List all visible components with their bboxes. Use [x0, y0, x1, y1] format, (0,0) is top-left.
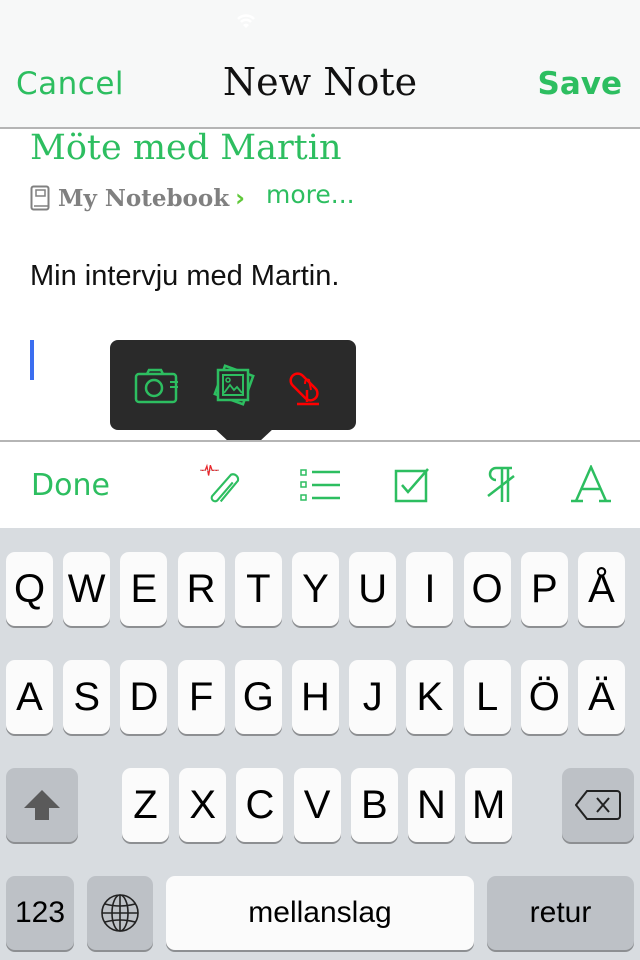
key-e[interactable]: E: [120, 552, 168, 626]
numbers-key[interactable]: 123: [6, 876, 74, 950]
formatting-toolbar: Done: [0, 440, 640, 528]
text-format-button[interactable]: [566, 460, 616, 510]
checkbox-icon: [394, 468, 429, 503]
space-key[interactable]: mellanslag: [166, 876, 474, 950]
delete-backward-icon: [575, 790, 621, 820]
camera-icon: [134, 368, 178, 404]
text-caret: [30, 340, 34, 380]
paragraph-format-icon: [487, 466, 515, 502]
key-u[interactable]: U: [349, 552, 397, 626]
key-y[interactable]: Y: [292, 552, 339, 626]
key-c[interactable]: C: [236, 768, 284, 842]
keyboard: QWERTYUIOPÅ ASDFGHJKLÖÄ ZXCVBNM 123 mell…: [0, 528, 640, 960]
attachment-icon: [200, 463, 240, 503]
key-a[interactable]: A: [6, 660, 53, 734]
paragraph-format-button[interactable]: [476, 460, 526, 510]
key-b[interactable]: B: [350, 768, 398, 842]
key-o[interactable]: O: [463, 552, 511, 626]
notebook-selector[interactable]: My Notebook ›: [30, 180, 245, 216]
key-d[interactable]: D: [120, 660, 168, 734]
key-t[interactable]: T: [234, 552, 282, 626]
key-r[interactable]: R: [177, 552, 225, 626]
chevron-right-icon: ›: [235, 184, 246, 212]
note-body-text[interactable]: Min intervju med Martin.: [30, 260, 339, 293]
shift-key[interactable]: [6, 768, 78, 842]
photo-library-icon: [213, 364, 255, 406]
key-g[interactable]: G: [234, 660, 282, 734]
camera-button[interactable]: [132, 362, 182, 410]
key-j[interactable]: J: [349, 660, 397, 734]
key-p[interactable]: P: [520, 552, 568, 626]
more-button[interactable]: more...: [266, 180, 355, 209]
key-i[interactable]: I: [406, 552, 454, 626]
save-button[interactable]: Save: [538, 66, 622, 102]
globe-icon: [101, 894, 139, 932]
status-bar: [0, 0, 640, 40]
bulleted-list-button[interactable]: [296, 460, 346, 510]
note-title-field[interactable]: Möte med Martin: [30, 128, 341, 168]
notebook-name: My Notebook: [58, 184, 230, 212]
key-f[interactable]: F: [177, 660, 225, 734]
photo-library-button[interactable]: [208, 362, 258, 410]
notebook-icon: [30, 185, 50, 211]
key-n[interactable]: N: [408, 768, 455, 842]
key-ö[interactable]: Ö: [520, 660, 568, 734]
microphone-icon: [289, 372, 319, 406]
attachment-button[interactable]: [200, 460, 250, 510]
wifi-icon: [237, 14, 255, 28]
navigation-bar: Cancel New Note Save: [0, 40, 640, 129]
shift-arrow-icon: [24, 790, 60, 820]
key-l[interactable]: L: [463, 660, 511, 734]
key-q[interactable]: Q: [6, 552, 53, 626]
key-m[interactable]: M: [465, 768, 513, 842]
checkbox-button[interactable]: [387, 460, 437, 510]
return-key[interactable]: retur: [487, 876, 634, 950]
key-v[interactable]: V: [293, 768, 341, 842]
done-button[interactable]: Done: [31, 468, 110, 503]
key-s[interactable]: S: [63, 660, 111, 734]
key-k[interactable]: K: [406, 660, 454, 734]
backspace-key[interactable]: [562, 768, 634, 842]
key-ä[interactable]: Ä: [578, 660, 625, 734]
text-format-icon: [571, 465, 611, 503]
globe-key[interactable]: [87, 876, 153, 950]
key-w[interactable]: W: [63, 552, 111, 626]
key-x[interactable]: X: [179, 768, 227, 842]
key-h[interactable]: H: [292, 660, 339, 734]
audio-record-button[interactable]: [284, 362, 334, 410]
attachment-popover: [110, 340, 356, 430]
key-å[interactable]: Å: [578, 552, 625, 626]
bulleted-list-icon: [300, 469, 340, 501]
key-z[interactable]: Z: [122, 768, 169, 842]
